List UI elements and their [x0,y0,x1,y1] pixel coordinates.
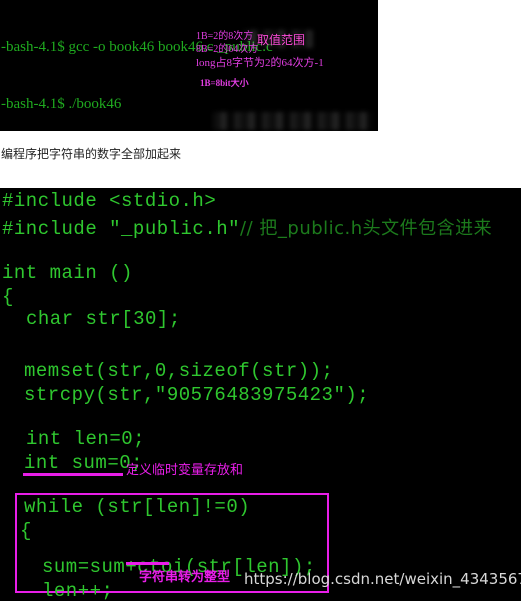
code-editor: #include <stdio.h> #include "_public.h"/… [0,188,521,601]
annotation-sum-variable: 定义临时变量存放和 [126,463,244,478]
code-line-char-str: char str[30]; [26,308,181,330]
code-line-include-public: #include "_public.h"// 把_public.h头文件包含进来 [2,214,492,240]
code-line-include-stdio: #include <stdio.h> [2,190,217,212]
annotation-byte-64-power: 8B=2的64次方 [196,44,259,55]
code-include-comment: // 把_public.h头文件包含进来 [240,218,493,239]
annotation-long-size: long占8字节为2的64次方-1 [196,57,324,69]
caption-text: 编程序把字符串的数字全部加起来 [1,147,182,161]
code-line-int-len: int len=0; [26,428,146,450]
code-line-len-increment: len++; [42,580,114,601]
code-line-open-brace: { [2,286,14,308]
code-include-public-text: #include "_public.h" [2,218,241,240]
annotation-ctoi-convert: 字符串转为整型 [139,570,231,585]
code-line-loop-brace: { [20,520,32,542]
code-line-main: int main () [2,262,133,284]
terminal-window: -bash-4.1$ gcc -o book46 book46.c _publi… [0,0,378,131]
underline-int-sum [23,473,123,476]
underline-ctoi [126,562,169,565]
annotation-value-range: 取值范围 [257,33,306,47]
watermark-url: https://blog.csdn.net/weixin_43435675 [244,570,521,588]
code-line-strcpy: strcpy(str,"90576483975423"); [24,384,370,406]
code-line-while: while (str[len]!=0) [24,496,251,518]
code-line-memset: memset(str,0,sizeof(str)); [24,360,334,382]
censored-region-bottom [213,112,373,130]
annotation-bit-size: 1B=8bit大小 [200,78,249,88]
